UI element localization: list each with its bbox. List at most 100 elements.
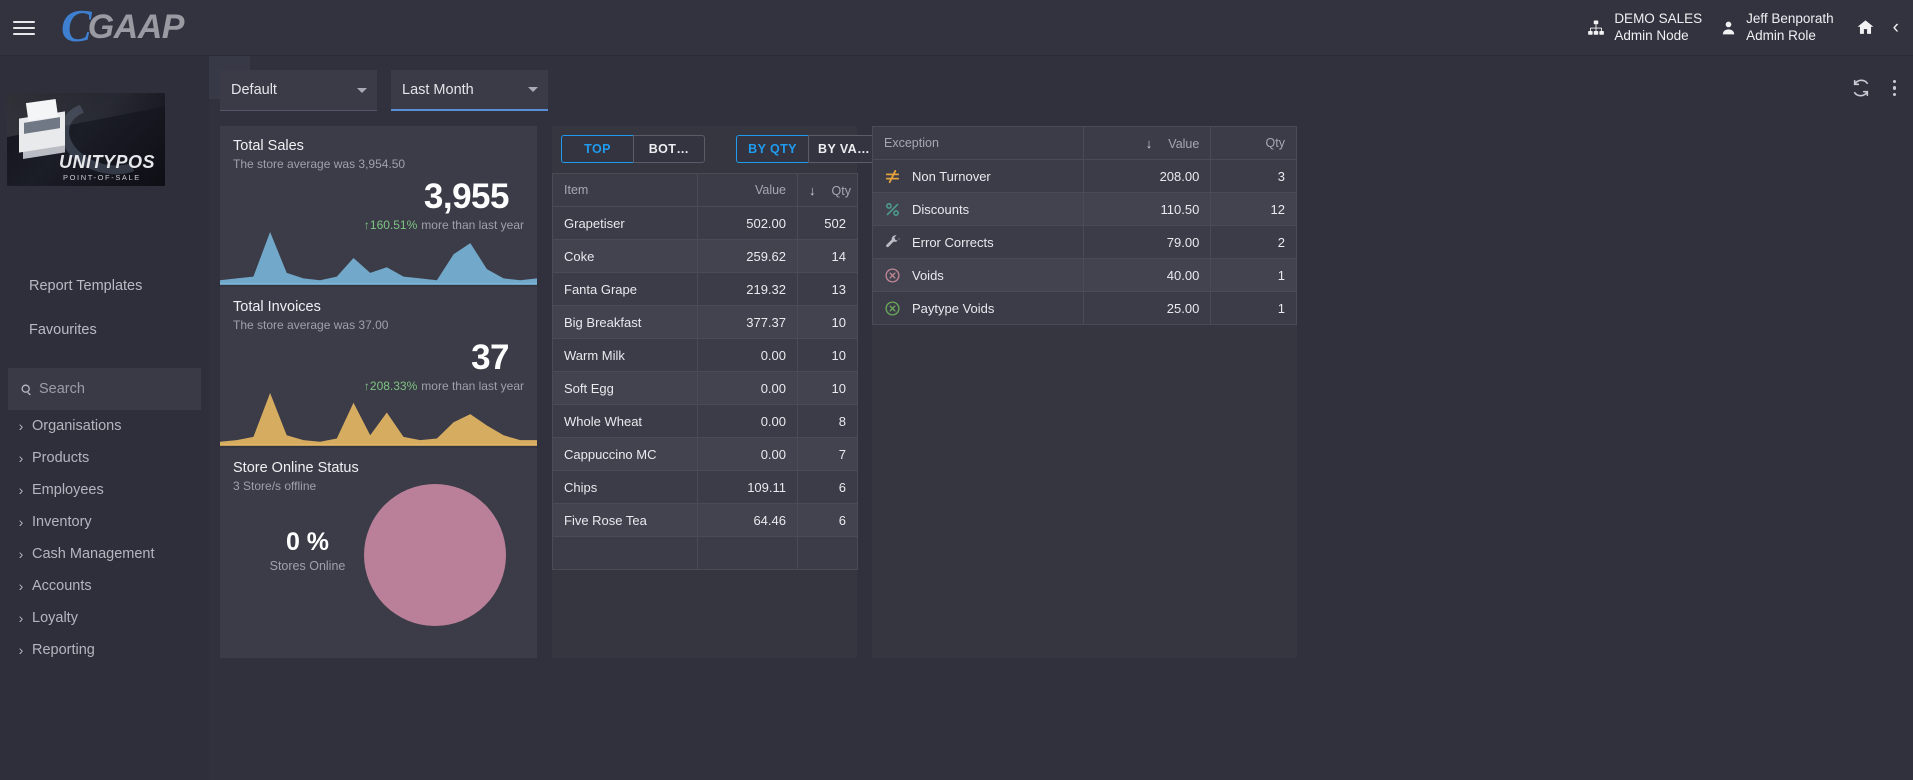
sidebar-item-loyalty[interactable]: › Loyalty: [0, 602, 209, 634]
store-online-status-card[interactable]: Store Online Status 3 Store/s offline 0 …: [220, 448, 537, 658]
collapse-panel-button[interactable]: ‹: [1893, 17, 1899, 39]
cell-item: Grapetiser: [552, 206, 698, 240]
table-row[interactable]: Big Breakfast 377.37 10: [552, 305, 858, 339]
chevron-right-icon: ›: [18, 418, 24, 434]
table-row[interactable]: Paytype Voids 25.00 1: [871, 291, 1297, 325]
kpi-panel: Total Sales The store average was 3,954.…: [220, 126, 537, 658]
circle-x-icon: [885, 300, 900, 316]
table-row[interactable]: Non Turnover 208.00 3: [871, 159, 1297, 193]
sidebar-item-products[interactable]: › Products: [0, 442, 209, 474]
cell-item: Cappuccino MC: [552, 437, 698, 471]
column-header-exception[interactable]: Exception: [871, 126, 1085, 160]
cell-value: 109.11: [697, 470, 798, 504]
search-input[interactable]: [39, 381, 189, 397]
chevron-right-icon: ›: [18, 450, 24, 466]
rank-tab-group: TOP BOT…: [561, 135, 705, 163]
table-header-row: Exception ↓ Value Qty: [871, 126, 1297, 160]
tab-top[interactable]: TOP: [561, 135, 633, 163]
cell-item: Soft Egg: [552, 371, 698, 405]
table-row[interactable]: Coke 259.62 14: [552, 239, 858, 273]
cell-qty: 502: [797, 206, 858, 240]
column-header-qty[interactable]: ↓ Qty: [797, 173, 858, 207]
sort-descending-icon: ↓: [809, 182, 816, 198]
table-row[interactable]: Warm Milk 0.00 10: [552, 338, 858, 372]
hamburger-icon[interactable]: [13, 17, 35, 39]
cell-qty: 7: [797, 437, 858, 471]
tab-by-qty[interactable]: BY QTY: [736, 135, 808, 163]
node-selector[interactable]: DEMO SALES Admin Node: [1587, 11, 1702, 44]
profile-select[interactable]: Default: [220, 70, 377, 111]
total-invoices-sparkline: [220, 393, 537, 446]
sidebar-item-cash-management[interactable]: › Cash Management: [0, 538, 209, 570]
org-tree-icon: [1588, 20, 1605, 35]
unitypos-thumbnail: UNITYPOS POINT-OF-SALE: [7, 93, 165, 186]
exception-label: Error Corrects: [912, 234, 994, 250]
table-row[interactable]: Five Rose Tea 64.46 6: [552, 503, 858, 537]
cell-qty: 6: [797, 470, 858, 504]
table-row[interactable]: Discounts 110.50 12: [871, 192, 1297, 226]
total-sales-card[interactable]: Total Sales The store average was 3,954.…: [220, 126, 537, 285]
tab-bottom[interactable]: BOT…: [633, 135, 705, 163]
chevron-right-icon: ›: [18, 642, 24, 658]
table-row[interactable]: Soft Egg 0.00 10: [552, 371, 858, 405]
cell-qty: 10: [797, 371, 858, 405]
profile-select-value: Default: [231, 82, 277, 98]
cell-value: 219.32: [697, 272, 798, 306]
stores-online-pie[interactable]: [338, 458, 532, 652]
top-items-panel: TOP BOT… BY QTY BY VA… Item Value ↓ Qty G…: [552, 126, 880, 658]
home-button[interactable]: [1856, 18, 1875, 37]
sidebar-item-report-templates[interactable]: Report Templates: [0, 264, 209, 308]
person-icon: [1722, 21, 1735, 34]
header-right-cluster: DEMO SALES Admin Node Jeff Benporath Adm…: [1569, 11, 1913, 44]
cell-exception: Discounts: [871, 192, 1085, 226]
cell-value: 25.00: [1083, 291, 1212, 325]
search-icon: [21, 384, 31, 395]
table-row[interactable]: Whole Wheat 0.00 8: [552, 404, 858, 438]
thumbnail-brand: UNITYPOS: [59, 152, 156, 172]
refresh-button[interactable]: [1851, 78, 1871, 98]
sidebar-item-label: Loyalty: [32, 610, 78, 626]
total-invoices-card[interactable]: Total Invoices The store average was 37.…: [220, 287, 537, 446]
cell-value: 79.00: [1083, 225, 1212, 259]
logo-wordmark: GAAP: [87, 8, 185, 46]
table-row[interactable]: Error Corrects 79.00 2: [871, 225, 1297, 259]
user-menu[interactable]: Jeff Benporath Admin Role: [1720, 11, 1834, 44]
column-header-item[interactable]: Item: [552, 173, 698, 207]
sidebar-item-label: Reporting: [32, 642, 95, 658]
kebab-menu-icon[interactable]: [1892, 79, 1896, 97]
period-select[interactable]: Last Month: [391, 70, 548, 111]
tab-by-value[interactable]: BY VA…: [808, 135, 880, 163]
left-sidebar: UNITYPOS POINT-OF-SALE Report Templates …: [0, 56, 209, 780]
cell-qty: 1: [1210, 258, 1297, 292]
user-name: Jeff Benporath: [1746, 11, 1834, 27]
sidebar-item-inventory[interactable]: › Inventory: [0, 506, 209, 538]
cell-value: 110.50: [1083, 192, 1212, 226]
column-header-qty[interactable]: Qty: [1210, 126, 1297, 160]
cell-qty: 10: [797, 305, 858, 339]
table-row[interactable]: Fanta Grape 219.32 13: [552, 272, 858, 306]
sidebar-item-employees[interactable]: › Employees: [0, 474, 209, 506]
home-icon: [1857, 20, 1874, 34]
sidebar-item-label: Organisations: [32, 418, 122, 434]
column-header-value[interactable]: ↓ Value: [1083, 126, 1212, 160]
sidebar-item-accounts[interactable]: › Accounts: [0, 570, 209, 602]
table-row[interactable]: Cappuccino MC 0.00 7: [552, 437, 858, 471]
total-invoices-value: 37: [471, 338, 509, 377]
table-row[interactable]: Grapetiser 502.00 502: [552, 206, 858, 240]
sidebar-item-reporting[interactable]: › Reporting: [0, 634, 209, 666]
sidebar-item-organisations[interactable]: › Organisations: [0, 410, 209, 442]
table-row[interactable]: Chips 109.11 6: [552, 470, 858, 504]
column-header-value[interactable]: Value: [697, 173, 798, 207]
exceptions-table: Exception ↓ Value Qty Non Turnover 208.00 3…: [871, 126, 1297, 325]
cell-exception: Voids: [871, 258, 1085, 292]
chevron-right-icon: ›: [18, 610, 24, 626]
sidebar-item-favourites[interactable]: Favourites: [0, 308, 209, 352]
table-row[interactable]: Voids 40.00 1: [871, 258, 1297, 292]
cell-value: 0.00: [697, 371, 798, 405]
cell-value: 0.00: [697, 437, 798, 471]
cell-item: Warm Milk: [552, 338, 698, 372]
cell-empty: [797, 536, 858, 570]
app-logo[interactable]: C GAAP: [61, 2, 185, 51]
cell-empty: [552, 536, 698, 570]
sidebar-search[interactable]: [8, 368, 201, 410]
